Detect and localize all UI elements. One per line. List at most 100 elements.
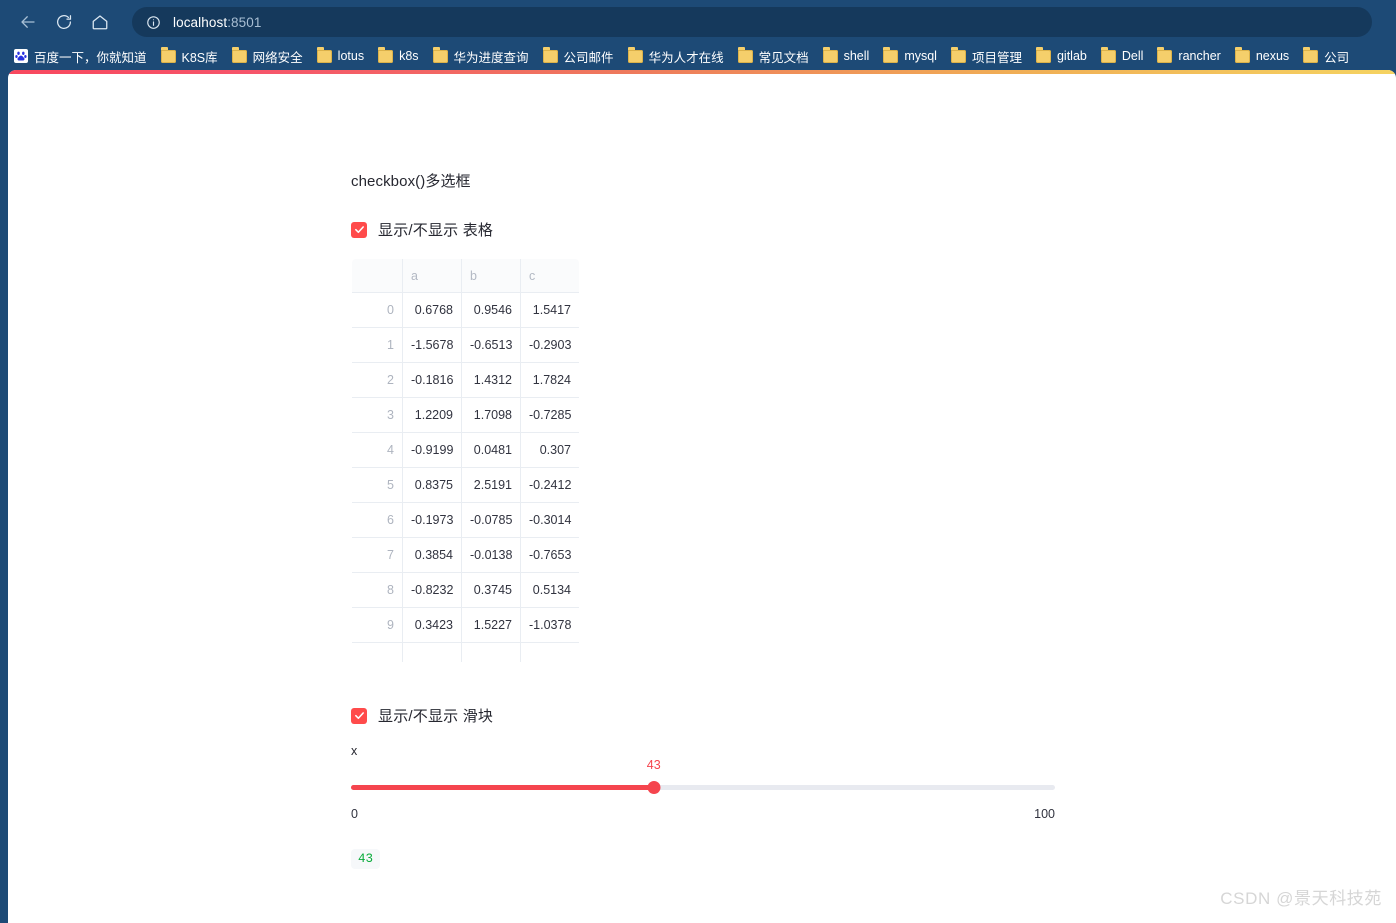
bookmark-item[interactable]: 华为进度查询 bbox=[427, 44, 535, 68]
bookmark-item[interactable]: lotus bbox=[311, 44, 370, 68]
cell-empty bbox=[521, 643, 580, 663]
bookmark-item[interactable]: 公司邮件 bbox=[537, 44, 620, 68]
table-row: 7 0.3854 -0.0138 -0.7653 bbox=[352, 538, 580, 573]
folder-icon bbox=[823, 50, 838, 63]
table-row: 2 -0.1816 1.4312 1.7824 bbox=[352, 363, 580, 398]
folder-icon bbox=[883, 50, 898, 63]
bookmark-item[interactable]: nexus bbox=[1229, 44, 1295, 68]
table-row: 8 -0.8232 0.3745 0.5134 bbox=[352, 573, 580, 608]
slider-output-value: 43 bbox=[351, 849, 380, 869]
checkbox-show-slider-label: 显示/不显示 滑块 bbox=[378, 705, 493, 726]
cell: -0.2412 bbox=[521, 468, 580, 503]
row-index: 4 bbox=[352, 433, 403, 468]
bookmark-item[interactable]: mysql bbox=[877, 44, 943, 68]
table-row: 6 -0.1973 -0.0785 -0.3014 bbox=[352, 503, 580, 538]
cell: -0.1816 bbox=[403, 363, 462, 398]
cell: 1.7098 bbox=[462, 398, 521, 433]
address-bar-url: localhost:8501 bbox=[173, 15, 261, 30]
table-row-filler bbox=[352, 643, 580, 663]
bookmark-label: 公司 bbox=[1324, 47, 1349, 66]
cell: 1.2209 bbox=[403, 398, 462, 433]
address-bar[interactable]: localhost:8501 bbox=[132, 7, 1372, 37]
cell: 0.3745 bbox=[462, 573, 521, 608]
table-header-row: a b c bbox=[352, 259, 580, 293]
row-index: 8 bbox=[352, 573, 403, 608]
bookmark-label: 常见文档 bbox=[759, 47, 809, 66]
folder-icon bbox=[1157, 50, 1172, 63]
info-circle-icon[interactable] bbox=[146, 15, 161, 30]
folder-icon bbox=[317, 50, 332, 63]
cell: -0.8232 bbox=[403, 573, 462, 608]
cell: 1.7824 bbox=[521, 363, 580, 398]
row-index: 3 bbox=[352, 398, 403, 433]
bookmark-item[interactable]: 百度一下，你就知道 bbox=[8, 44, 153, 68]
folder-icon bbox=[1101, 50, 1116, 63]
bookmark-item[interactable]: k8s bbox=[372, 44, 424, 68]
table-row: 1 -1.5678 -0.6513 -0.2903 bbox=[352, 328, 580, 363]
bookmark-item[interactable]: Dell bbox=[1095, 44, 1150, 68]
row-index: 6 bbox=[352, 503, 403, 538]
cell: -0.9199 bbox=[403, 433, 462, 468]
bookmark-item[interactable]: 华为人才在线 bbox=[622, 44, 730, 68]
dataframe-container[interactable]: a b c 0 0.6768 0.9546 1.5417 bbox=[351, 258, 1054, 663]
cell: -0.0138 bbox=[462, 538, 521, 573]
checkbox-show-table[interactable]: 显示/不显示 表格 bbox=[351, 219, 493, 240]
back-arrow-icon[interactable] bbox=[10, 4, 46, 40]
row-index: 2 bbox=[352, 363, 403, 398]
row-index: 0 bbox=[352, 293, 403, 328]
cell: -1.0378 bbox=[521, 608, 580, 643]
bookmark-item[interactable]: 公司 bbox=[1297, 44, 1355, 68]
column-header: c bbox=[521, 259, 580, 293]
cell: 0.3423 bbox=[403, 608, 462, 643]
checkbox-show-slider[interactable]: 显示/不显示 滑块 bbox=[351, 705, 493, 726]
bookmark-label: rancher bbox=[1178, 49, 1220, 63]
bookmark-label: mysql bbox=[904, 49, 937, 63]
streamlit-app: checkbox()多选框 显示/不显示 表格 a b bbox=[8, 74, 1396, 923]
bookmark-item[interactable]: K8S库 bbox=[155, 44, 224, 68]
slider-bounds: 0 100 bbox=[351, 807, 1055, 825]
bookmark-item[interactable]: gitlab bbox=[1030, 44, 1093, 68]
bookmarks-bar: 百度一下，你就知道 K8S库 网络安全 lotus k8s 华为进度查询 公司邮… bbox=[0, 42, 1396, 70]
home-icon[interactable] bbox=[82, 4, 118, 40]
main-block-container: checkbox()多选框 显示/不显示 表格 a b bbox=[350, 74, 1054, 869]
column-header: a bbox=[403, 259, 462, 293]
baidu-icon bbox=[14, 49, 28, 63]
bookmark-label: 华为进度查询 bbox=[454, 47, 529, 66]
bookmark-label: shell bbox=[844, 49, 870, 63]
page-title: checkbox()多选框 bbox=[351, 170, 1054, 193]
cell-empty bbox=[352, 643, 403, 663]
url-port: :8501 bbox=[227, 15, 261, 30]
row-index: 1 bbox=[352, 328, 403, 363]
cell: -1.5678 bbox=[403, 328, 462, 363]
bookmark-item[interactable]: rancher bbox=[1151, 44, 1226, 68]
slider-thumb[interactable] bbox=[647, 781, 660, 794]
table-row: 0 0.6768 0.9546 1.5417 bbox=[352, 293, 580, 328]
row-index: 5 bbox=[352, 468, 403, 503]
slider-track[interactable]: 43 bbox=[351, 776, 1055, 798]
bookmark-label: lotus bbox=[338, 49, 364, 63]
row-index: 9 bbox=[352, 608, 403, 643]
cell: 0.3854 bbox=[403, 538, 462, 573]
bookmark-item[interactable]: shell bbox=[817, 44, 876, 68]
reload-icon[interactable] bbox=[46, 4, 82, 40]
browser-chrome: localhost:8501 百度一下，你就知道 K8S库 网络安全 lotus… bbox=[0, 0, 1396, 74]
bookmark-label: 网络安全 bbox=[253, 47, 303, 66]
slider-fill bbox=[351, 785, 654, 790]
bookmark-item[interactable]: 网络安全 bbox=[226, 44, 309, 68]
bookmark-item[interactable]: 项目管理 bbox=[945, 44, 1028, 68]
cell: -0.2903 bbox=[521, 328, 580, 363]
folder-icon bbox=[1036, 50, 1051, 63]
folder-icon bbox=[543, 50, 558, 63]
bookmark-label: K8S库 bbox=[182, 47, 218, 66]
folder-icon bbox=[161, 50, 176, 63]
cell: -0.3014 bbox=[521, 503, 580, 538]
table-body: 0 0.6768 0.9546 1.5417 1 -1.5678 -0.6513… bbox=[352, 293, 580, 663]
column-header-index bbox=[352, 259, 403, 293]
slider-label: x bbox=[351, 744, 1054, 758]
bookmark-item[interactable]: 常见文档 bbox=[732, 44, 815, 68]
cell: 0.6768 bbox=[403, 293, 462, 328]
folder-icon bbox=[951, 50, 966, 63]
bookmark-label: 公司邮件 bbox=[564, 47, 614, 66]
folder-icon bbox=[232, 50, 247, 63]
row-index: 7 bbox=[352, 538, 403, 573]
